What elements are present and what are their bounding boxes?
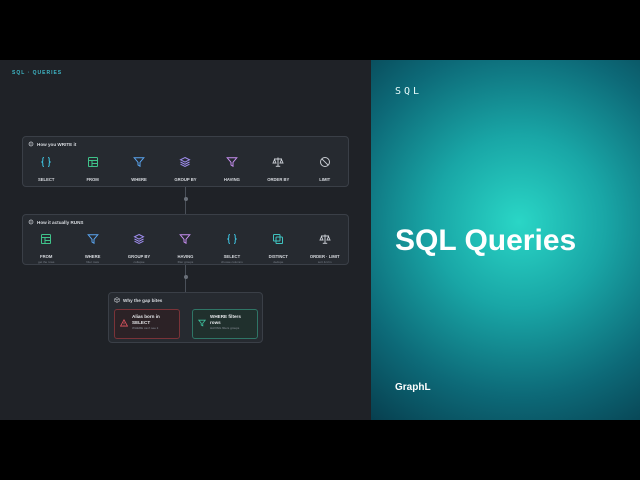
run-steps: FROM get the rows WHERE filter rows GROUP BY… xyxy=(23,232,348,264)
copy-icon xyxy=(272,232,284,250)
panel-title: Why the gap bites xyxy=(114,297,162,303)
step-label: HAVING xyxy=(177,254,194,259)
step-sub: filter rows xyxy=(86,260,100,264)
video-frame: SQL · QUERIES How you WRITE it SELECT FRO… xyxy=(0,60,640,420)
diagram-pane: SQL · QUERIES How you WRITE it SELECT FRO… xyxy=(0,60,371,420)
filter-icon xyxy=(86,232,99,250)
warning-sub: WHERE can't see it xyxy=(132,326,159,331)
info-card: WHERE filters rows HAVING filters groups xyxy=(192,309,258,339)
warning-title: Alias born in SELECT xyxy=(132,314,160,325)
cube-icon xyxy=(114,297,120,303)
topic-tag: SQL xyxy=(395,86,423,97)
step-label: FROM xyxy=(86,177,99,182)
step-label: FROM xyxy=(40,254,53,259)
step-having: HAVING xyxy=(212,155,252,182)
step-sub: choose columns xyxy=(221,260,243,264)
warning-card: Alias born in SELECT WHERE can't see it xyxy=(114,309,180,339)
gap-title: Why the gap bites xyxy=(123,297,163,303)
filter-icon xyxy=(179,232,192,250)
step-label: SELECT xyxy=(223,254,241,259)
panel-title: How you WRITE it xyxy=(28,141,76,147)
step-label: GROUP BY xyxy=(174,177,197,182)
runs-title: How it actually RUNS xyxy=(37,219,84,225)
title-pane: SQL SQL Queries GraphL xyxy=(371,60,640,420)
step-sub: sort & trim xyxy=(317,260,332,264)
step-where: WHERE filter rows xyxy=(73,232,113,264)
written-steps: SELECT FROM WHERE GROUP BY HAVING ORDER BY LIM… xyxy=(23,155,348,182)
breadcrumb: SQL · QUERIES xyxy=(12,70,63,76)
step-distinct: DISTINCT dedupe xyxy=(258,232,298,264)
step-from: FROM get the rows xyxy=(26,232,66,264)
brand-name: GraphL xyxy=(395,382,431,393)
ban-icon xyxy=(319,155,331,173)
step-label: GROUP BY xyxy=(127,254,151,259)
step-order-by: ORDER BY xyxy=(258,155,298,182)
step-sub: get the rows xyxy=(38,260,55,264)
scale-icon xyxy=(272,155,284,173)
step-sub: collapse xyxy=(133,260,145,264)
step-label: ORDER BY xyxy=(267,177,290,182)
step-sub: filter groups xyxy=(177,260,194,264)
written-title: How you WRITE it xyxy=(37,141,77,147)
step-label: WHERE xyxy=(131,177,147,182)
layers-icon xyxy=(179,155,192,173)
step-having: HAVING filter groups xyxy=(165,232,205,264)
step-from: FROM xyxy=(73,155,113,182)
layers-icon xyxy=(133,232,145,250)
step-label: HAVING xyxy=(223,177,240,182)
gear-icon xyxy=(28,219,34,225)
step-group-by: GROUP BY collapse xyxy=(119,232,159,264)
braces-icon xyxy=(40,155,52,173)
filter-icon xyxy=(197,314,207,334)
step-label: ORDER · LIMIT xyxy=(309,254,340,259)
panel-title: How it actually RUNS xyxy=(28,219,83,225)
table-icon xyxy=(40,232,52,250)
hero-title: SQL Queries xyxy=(395,224,577,257)
step-where: WHERE xyxy=(119,155,159,182)
step-label: WHERE xyxy=(84,254,101,259)
scale-icon xyxy=(319,232,331,250)
gap-panel: Why the gap bites Alias born in SELECT W… xyxy=(108,292,263,343)
step-sub: dedupe xyxy=(273,260,284,264)
step-limit: LIMIT xyxy=(305,155,345,182)
gear-icon xyxy=(28,141,34,147)
step-label: SELECT xyxy=(37,177,55,182)
filter-icon xyxy=(133,155,145,173)
filter-icon xyxy=(226,155,238,173)
warning-icon xyxy=(119,314,129,334)
step-label: LIMIT xyxy=(319,177,331,182)
table-icon xyxy=(87,155,99,173)
info-sub: HAVING filters groups xyxy=(210,326,240,331)
braces-icon xyxy=(226,232,238,250)
written-order-panel: How you WRITE it SELECT FROM WHERE GROUP BY… xyxy=(22,136,349,187)
step-label: DISTINCT xyxy=(268,254,288,259)
connector-dot xyxy=(183,197,188,201)
connector-dot xyxy=(183,275,188,279)
info-title: WHERE filters rows xyxy=(210,314,241,325)
run-order-panel: How it actually RUNS FROM get the rows WHE… xyxy=(22,214,349,265)
step-select: SELECT xyxy=(26,155,66,182)
step-select: SELECT choose columns xyxy=(212,232,252,264)
step-order-limit: ORDER · LIMIT sort & trim xyxy=(305,232,345,264)
step-group-by: GROUP BY xyxy=(165,155,205,182)
